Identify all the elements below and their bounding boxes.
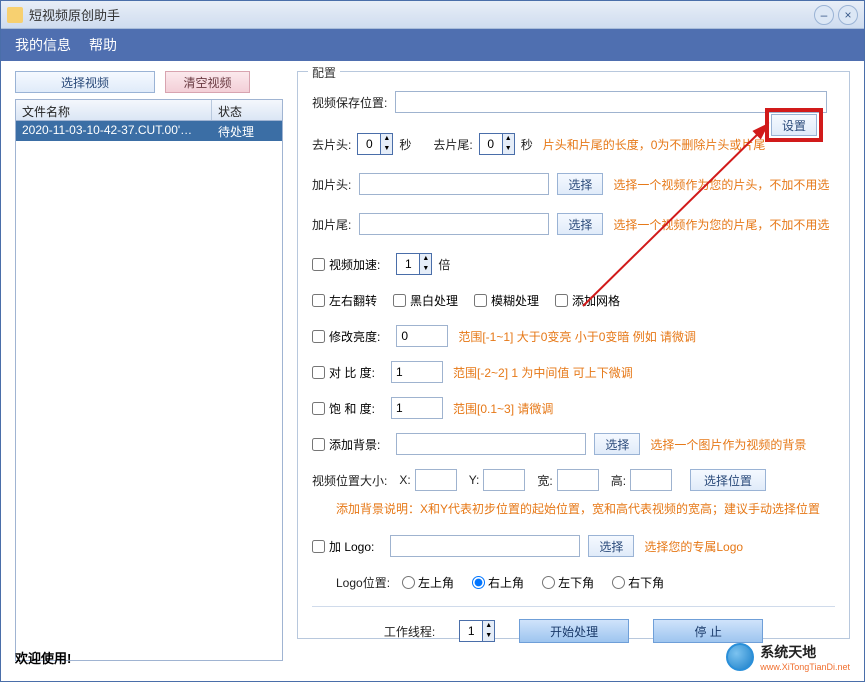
select-video-button[interactable]: 选择视频 <box>15 71 155 93</box>
contrast-checkbox[interactable]: 对 比 度: <box>312 364 375 381</box>
choose-head-button[interactable]: 选择 <box>557 173 603 195</box>
list-item-status: 待处理 <box>212 121 282 141</box>
chevron-up-icon[interactable]: ▲ <box>483 621 494 631</box>
chevron-down-icon[interactable]: ▼ <box>483 631 494 641</box>
list-item-name: 2020-11-03-10-42-37.CUT.00'… <box>16 121 212 141</box>
radio-bottom-right[interactable]: 右下角 <box>612 574 664 591</box>
add-head-label: 加片头: <box>312 176 351 193</box>
trim-head-spinner[interactable]: ▲▼ <box>357 133 393 155</box>
brightness-checkbox[interactable]: 修改亮度: <box>312 328 380 345</box>
globe-icon <box>726 643 754 671</box>
clear-video-button[interactable]: 清空视频 <box>165 71 250 93</box>
radio-top-right[interactable]: 右上角 <box>472 574 524 591</box>
trim-tail-spinner[interactable]: ▲▼ <box>479 133 515 155</box>
close-button[interactable]: × <box>838 5 858 25</box>
chevron-up-icon[interactable]: ▲ <box>503 134 514 144</box>
chevron-up-icon[interactable]: ▲ <box>420 254 431 264</box>
speed-checkbox[interactable]: 视频加速: <box>312 256 380 273</box>
list-item[interactable]: 2020-11-03-10-42-37.CUT.00'… 待处理 <box>16 121 282 141</box>
logo-hint: 选择您的专属Logo <box>644 538 743 555</box>
logo-position-group: 左上角 右上角 左下角 右下角 <box>402 574 664 591</box>
menu-help[interactable]: 帮助 <box>89 35 117 55</box>
config-panel: 配置 视频保存位置: 设置 去片头: ▲▼ 秒 <box>297 71 850 639</box>
grid-checkbox[interactable]: 添加网格 <box>555 292 620 309</box>
set-path-button[interactable]: 设置 <box>771 114 817 136</box>
trim-head-label: 去片头: <box>312 136 351 153</box>
radio-bottom-left[interactable]: 左下角 <box>542 574 594 591</box>
saturation-hint: 范围[0.1~3] 请微调 <box>453 400 553 417</box>
radio-top-left[interactable]: 左上角 <box>402 574 454 591</box>
body-area: 选择视频 清空视频 文件名称 状态 2020-11-03-10-42-37.CU… <box>1 61 864 681</box>
flip-checkbox[interactable]: 左右翻转 <box>312 292 377 309</box>
pos-x-input[interactable] <box>415 469 457 491</box>
minimize-button[interactable]: – <box>814 5 834 25</box>
saturation-checkbox[interactable]: 饱 和 度: <box>312 400 375 417</box>
saturation-input[interactable] <box>391 397 443 419</box>
chevron-down-icon[interactable]: ▼ <box>420 264 431 274</box>
save-path-label: 视频保存位置: <box>312 94 387 111</box>
chevron-down-icon[interactable]: ▼ <box>503 144 514 154</box>
save-path-input[interactable] <box>395 91 827 113</box>
background-hint: 选择一个图片作为视频的背景 <box>650 436 806 453</box>
menubar: 我的信息 帮助 <box>1 29 864 61</box>
choose-background-button[interactable]: 选择 <box>594 433 640 455</box>
chevron-down-icon[interactable]: ▼ <box>381 144 392 154</box>
menu-my-info[interactable]: 我的信息 <box>15 35 71 55</box>
pos-y-input[interactable] <box>483 469 525 491</box>
left-panel: 选择视频 清空视频 文件名称 状态 2020-11-03-10-42-37.CU… <box>15 71 283 661</box>
add-tail-label: 加片尾: <box>312 216 351 233</box>
choose-tail-button[interactable]: 选择 <box>557 213 603 235</box>
background-note: 添加背景说明：X和Y代表初步位置的起始位置，宽和高代表视频的宽高；建议手动选择位… <box>336 500 820 517</box>
list-header: 文件名称 状态 <box>15 99 283 121</box>
titlebar: 短视频原创助手 – × <box>1 1 864 29</box>
app-title: 短视频原创助手 <box>29 5 810 24</box>
welcome-text: 欢迎使用! <box>15 648 71 667</box>
blur-checkbox[interactable]: 模糊处理 <box>474 292 539 309</box>
contrast-hint: 范围[-2~2] 1 为中间值 可上下微调 <box>453 364 633 381</box>
choose-logo-button[interactable]: 选择 <box>588 535 634 557</box>
pos-w-input[interactable] <box>557 469 599 491</box>
pos-h-input[interactable] <box>630 469 672 491</box>
col-filename[interactable]: 文件名称 <box>16 100 212 120</box>
add-head-hint: 选择一个视频作为您的片头，不加不用选 <box>613 176 829 193</box>
status-bar: 欢迎使用! 系统天地 www.XiTongTianDi.net <box>15 643 850 671</box>
logo-checkbox[interactable]: 加 Logo: <box>312 538 374 555</box>
start-button[interactable]: 开始处理 <box>519 619 629 643</box>
file-list[interactable]: 2020-11-03-10-42-37.CUT.00'… 待处理 <box>15 121 283 661</box>
brand: 系统天地 www.XiTongTianDi.net <box>726 642 850 672</box>
trim-tail-label: 去片尾: <box>433 136 472 153</box>
threads-label: 工作线程: <box>384 623 435 640</box>
speed-spinner[interactable]: ▲▼ <box>396 253 432 275</box>
bw-checkbox[interactable]: 黑白处理 <box>393 292 458 309</box>
logo-position-label: Logo位置: <box>336 574 390 591</box>
brightness-hint: 范围[-1~1] 大于0变亮 小于0变暗 例如 请微调 <box>458 328 696 345</box>
highlight-box: 设置 <box>765 108 823 142</box>
stop-button[interactable]: 停 止 <box>653 619 763 643</box>
threads-spinner[interactable]: ▲▼ <box>459 620 495 642</box>
trim-hint: 片头和片尾的长度，0为不删除片头或片尾 <box>543 136 766 153</box>
brightness-input[interactable] <box>396 325 448 347</box>
col-status[interactable]: 状态 <box>212 100 282 120</box>
config-legend: 配置 <box>308 64 340 81</box>
contrast-input[interactable] <box>391 361 443 383</box>
app-window: 短视频原创助手 – × 我的信息 帮助 选择视频 清空视频 文件名称 状态 20… <box>0 0 865 682</box>
choose-position-button[interactable]: 选择位置 <box>690 469 766 491</box>
brand-name: 系统天地 <box>760 642 850 662</box>
add-head-input[interactable] <box>359 173 549 195</box>
logo-input[interactable] <box>390 535 580 557</box>
position-label: 视频位置大小: <box>312 472 387 489</box>
chevron-up-icon[interactable]: ▲ <box>381 134 392 144</box>
background-checkbox[interactable]: 添加背景: <box>312 436 380 453</box>
app-icon <box>7 7 23 23</box>
background-input[interactable] <box>396 433 586 455</box>
brand-url: www.XiTongTianDi.net <box>760 662 850 672</box>
add-tail-hint: 选择一个视频作为您的片尾，不加不用选 <box>613 216 829 233</box>
add-tail-input[interactable] <box>359 213 549 235</box>
